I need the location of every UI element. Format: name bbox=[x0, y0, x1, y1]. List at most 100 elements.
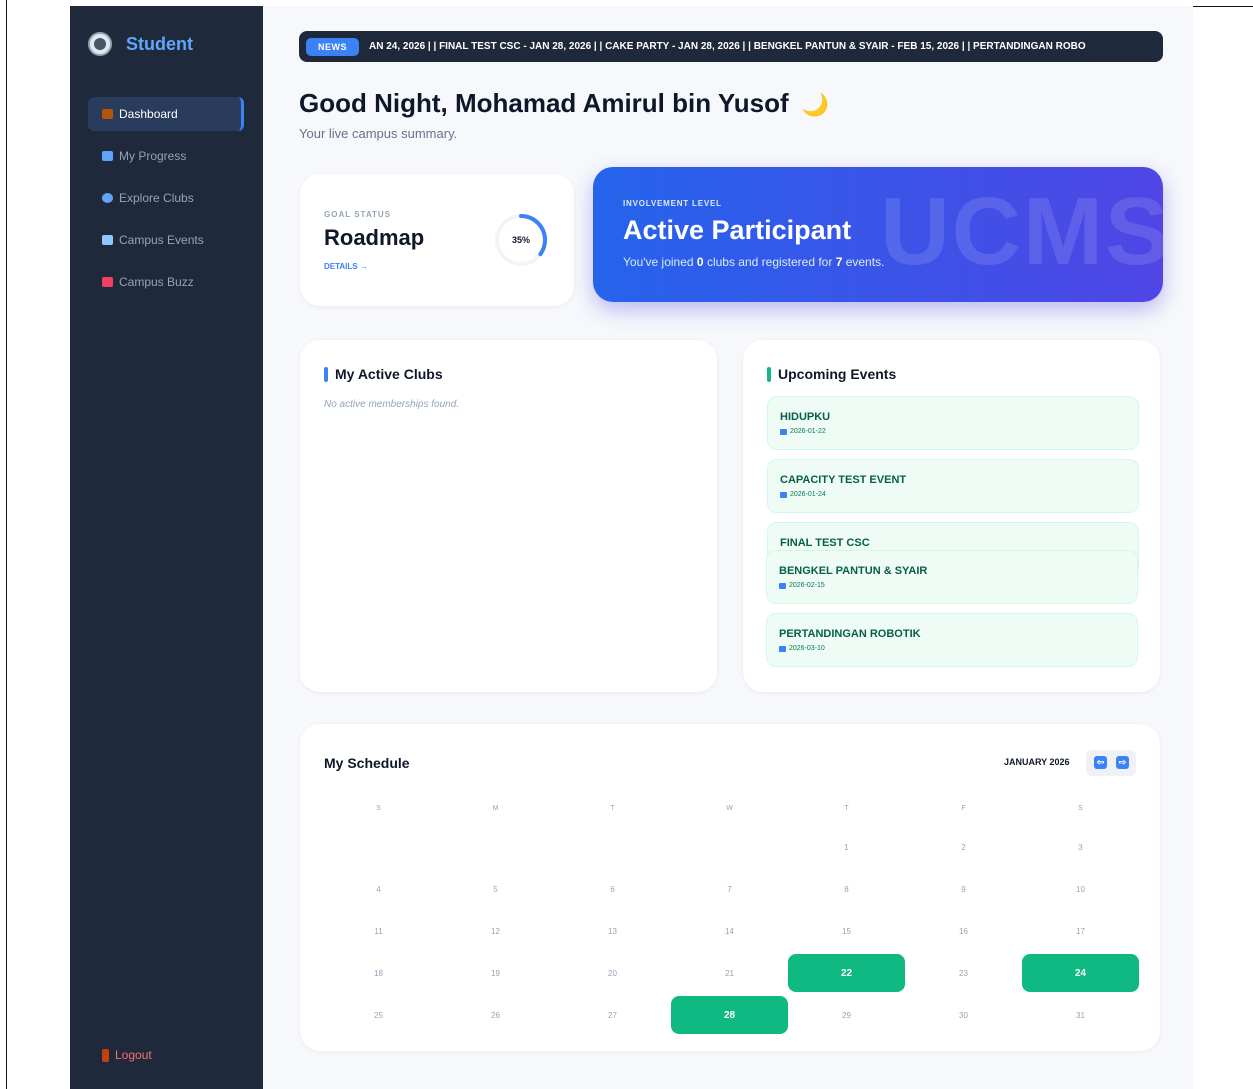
calendar-day[interactable]: 2 bbox=[905, 828, 1022, 866]
door-icon bbox=[102, 1048, 109, 1062]
event-name: CAPACITY TEST EVENT bbox=[780, 474, 907, 486]
sidebar-item-dashboard[interactable]: Dashboard bbox=[88, 97, 244, 131]
calendar-day[interactable]: 25 bbox=[320, 996, 437, 1034]
logout-button[interactable]: Logout bbox=[102, 1048, 152, 1062]
calendar-day[interactable]: 16 bbox=[905, 912, 1022, 950]
sidebar-item-my-progress[interactable]: My Progress bbox=[88, 139, 244, 173]
event-name: FINAL TEST CSC bbox=[780, 537, 870, 549]
details-link[interactable]: DETAILS → bbox=[324, 262, 368, 271]
weekday-header: S bbox=[1078, 805, 1083, 812]
goal-status-card: GOAL STATUS Roadmap DETAILS → 35% bbox=[300, 174, 574, 306]
brand[interactable]: Student bbox=[88, 32, 193, 56]
event-name: BENGKEL PANTUN & SYAIR bbox=[779, 565, 928, 577]
active-clubs-title: My Active Clubs bbox=[324, 366, 443, 382]
event-date: 2026-03-10 bbox=[779, 645, 825, 652]
calendar-day[interactable]: 3 bbox=[1022, 828, 1139, 866]
calendar-day[interactable]: 11 bbox=[320, 912, 437, 950]
progress-percent: 35% bbox=[511, 235, 530, 245]
sidebar-item-label: Campus Buzz bbox=[119, 275, 194, 289]
event-date: 2026-01-22 bbox=[780, 428, 826, 435]
section-accent-bar bbox=[324, 366, 328, 382]
greeting-text: Good Night, Mohamad Amirul bin Yusof bbox=[299, 88, 789, 118]
calendar-day-event[interactable]: 28 bbox=[671, 996, 788, 1034]
calendar-icon bbox=[779, 582, 786, 589]
brand-title: Student bbox=[126, 33, 193, 54]
section-accent-bar bbox=[767, 366, 771, 382]
sidebar-item-label: Dashboard bbox=[119, 107, 178, 121]
calendar-day[interactable]: 17 bbox=[1022, 912, 1139, 950]
calendar-day[interactable]: 23 bbox=[905, 954, 1022, 992]
sidebar-item-explore-clubs[interactable]: Explore Clubs bbox=[88, 181, 244, 215]
calendar-day[interactable]: 31 bbox=[1022, 996, 1139, 1034]
event-item[interactable]: CAPACITY TEST EVENT 2026-01-24 bbox=[767, 459, 1139, 513]
weekday-header: T bbox=[610, 805, 615, 812]
news-ticker-text[interactable]: AN 24, 2026 | | FINAL TEST CSC - JAN 28,… bbox=[369, 41, 1149, 52]
event-item[interactable]: BENGKEL PANTUN & SYAIR 2026-02-15 bbox=[766, 550, 1138, 604]
calendar-day[interactable]: 5 bbox=[437, 870, 554, 908]
goal-title: Roadmap bbox=[324, 225, 425, 250]
upcoming-events-card: Upcoming Events HIDUPKU 2026-01-22 CAPAC… bbox=[743, 340, 1160, 692]
calendar-day[interactable]: 29 bbox=[788, 996, 905, 1034]
event-name: PERTANDINGAN ROBOTIK bbox=[779, 628, 921, 640]
calendar-day[interactable]: 27 bbox=[554, 996, 671, 1034]
calendar-day[interactable]: 12 bbox=[437, 912, 554, 950]
next-month-button[interactable]: ⇨ bbox=[1116, 756, 1129, 769]
calendar-day[interactable]: 26 bbox=[437, 996, 554, 1034]
sidebar-item-campus-buzz[interactable]: Campus Buzz bbox=[88, 265, 244, 299]
calendar-day[interactable]: 9 bbox=[905, 870, 1022, 908]
calendar-icon bbox=[780, 491, 787, 498]
sidebar-item-label: Explore Clubs bbox=[119, 191, 194, 205]
calendar-day[interactable]: 6 bbox=[554, 870, 671, 908]
megaphone-icon bbox=[102, 277, 113, 287]
home-icon bbox=[102, 109, 113, 119]
calendar-day[interactable]: 10 bbox=[1022, 870, 1139, 908]
page-title: Good Night, Mohamad Amirul bin Yusof 🌙 bbox=[299, 88, 829, 119]
event-date: 2026-02-15 bbox=[779, 582, 825, 589]
involvement-card: UCMS INVOLVEMENT LEVEL Active Participan… bbox=[593, 167, 1163, 302]
calendar-day[interactable]: 8 bbox=[788, 870, 905, 908]
frame-left-line bbox=[6, 0, 7, 1089]
empty-state-text: No active memberships found. bbox=[324, 399, 460, 410]
event-date: 2026-01-24 bbox=[780, 491, 826, 498]
calendar-day-event[interactable]: 24 bbox=[1022, 954, 1139, 992]
weekday-header: W bbox=[726, 805, 733, 812]
event-item[interactable]: HIDUPKU 2026-01-22 bbox=[767, 396, 1139, 450]
news-ticker: NEWS AN 24, 2026 | | FINAL TEST CSC - JA… bbox=[299, 31, 1163, 62]
calendar-day[interactable]: 18 bbox=[320, 954, 437, 992]
calendar-day[interactable]: 21 bbox=[671, 954, 788, 992]
involvement-label: INVOLVEMENT LEVEL bbox=[623, 199, 722, 208]
event-name: HIDUPKU bbox=[780, 411, 831, 423]
active-clubs-card: My Active Clubs No active memberships fo… bbox=[300, 340, 717, 692]
calendar-nav: ⇦ ⇨ bbox=[1086, 750, 1136, 776]
sidebar-item-label: Campus Events bbox=[119, 233, 204, 247]
involvement-title: Active Participant bbox=[623, 215, 852, 245]
involvement-description: You've joined 0 clubs and registered for… bbox=[623, 255, 885, 269]
calendar-month-label: JANUARY 2026 bbox=[1004, 757, 1070, 767]
calendar-day[interactable]: 7 bbox=[671, 870, 788, 908]
calendar-day-event[interactable]: 22 bbox=[788, 954, 905, 992]
university-logo-icon bbox=[88, 32, 112, 56]
calendar-day[interactable]: 20 bbox=[554, 954, 671, 992]
calendar-day[interactable]: 15 bbox=[788, 912, 905, 950]
sidebar-item-campus-events[interactable]: Campus Events bbox=[88, 223, 244, 257]
weekday-header: T bbox=[844, 805, 849, 812]
event-item[interactable]: PERTANDINGAN ROBOTIK 2026-03-10 bbox=[766, 613, 1138, 667]
calendar-day[interactable]: 19 bbox=[437, 954, 554, 992]
news-badge: NEWS bbox=[306, 37, 359, 56]
calendar-day[interactable]: 14 bbox=[671, 912, 788, 950]
goal-status-label: GOAL STATUS bbox=[324, 210, 391, 219]
sidebar: Student Dashboard My Progress Explore Cl… bbox=[70, 6, 263, 1089]
calendar-icon bbox=[780, 428, 787, 435]
schedule-title: My Schedule bbox=[324, 755, 410, 771]
calendar-day[interactable]: 4 bbox=[320, 870, 437, 908]
page-subtitle: Your live campus summary. bbox=[299, 126, 458, 141]
prev-month-button[interactable]: ⇦ bbox=[1094, 756, 1107, 769]
chart-icon bbox=[102, 151, 113, 161]
calendar-icon bbox=[779, 645, 786, 652]
calendar-day[interactable]: 1 bbox=[788, 828, 905, 866]
calendar-day[interactable]: 30 bbox=[905, 996, 1022, 1034]
logout-label: Logout bbox=[115, 1048, 152, 1062]
calendar-day[interactable]: 13 bbox=[554, 912, 671, 950]
weekday-header: F bbox=[961, 805, 966, 812]
schedule-card: My Schedule JANUARY 2026 ⇦ ⇨ SMTWTFS1234… bbox=[300, 724, 1160, 1051]
